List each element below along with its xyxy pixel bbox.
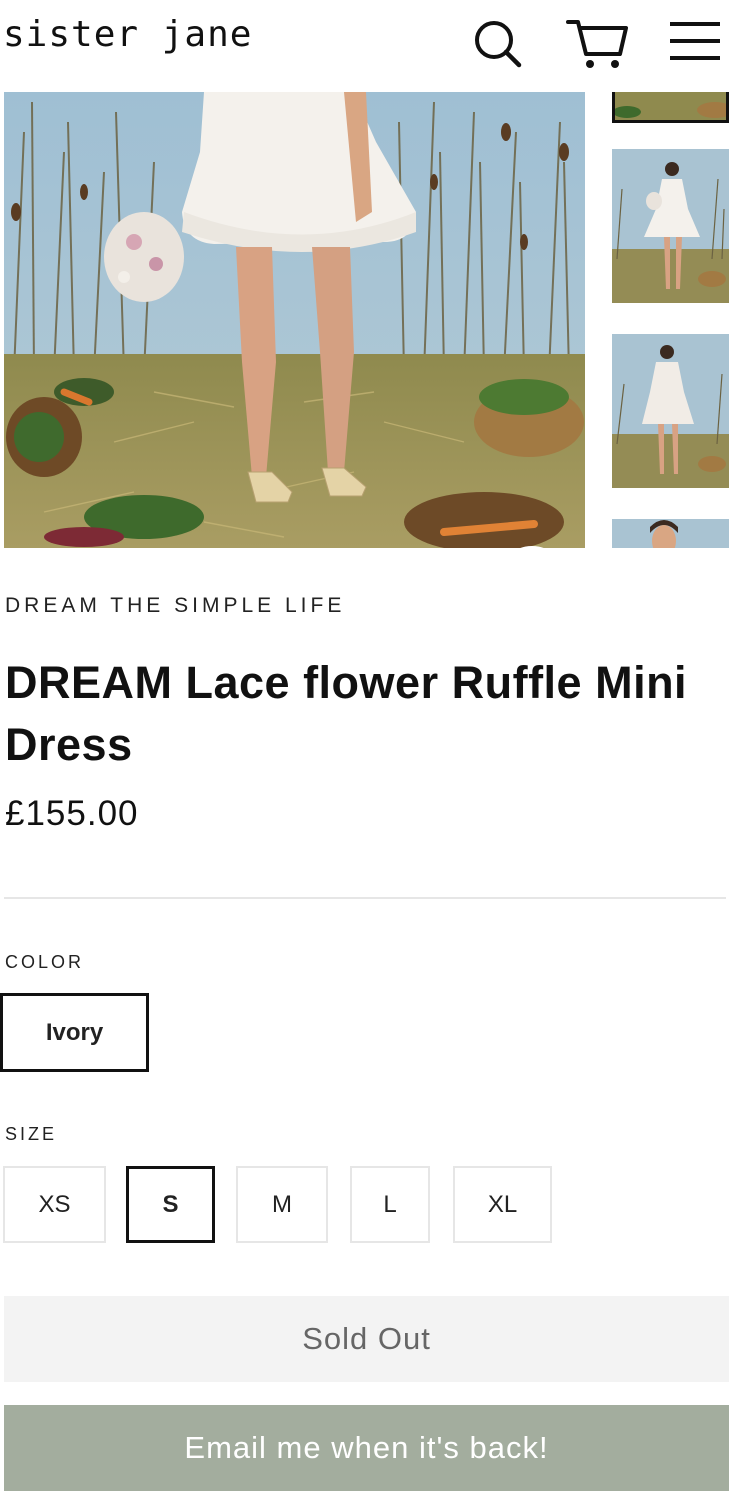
sold-out-button[interactable]: Sold Out [4,1296,729,1382]
search-icon[interactable] [468,14,524,70]
size-option-l[interactable]: L [350,1166,430,1243]
cart-icon[interactable] [566,14,628,70]
product-title: DREAM Lace flower Ruffle Mini Dress [5,652,725,776]
size-label: SIZE [5,1124,58,1144]
site-header: sister jane [0,0,730,92]
color-option-ivory[interactable]: Ivory [0,993,149,1072]
thumbnail-image[interactable] [612,92,729,123]
thumbnail-image[interactable] [612,149,729,303]
product-price: £155.00 [5,794,139,833]
divider [4,897,726,899]
thumbnail-image[interactable] [612,519,729,548]
product-vendor[interactable]: DREAM THE SIMPLE LIFE [5,594,345,618]
product-main-image[interactable] [4,92,585,548]
site-logo[interactable]: sister jane [3,14,252,55]
notify-me-button[interactable]: Email me when it's back! [4,1405,729,1491]
thumbnail-strip [608,92,730,548]
menu-icon[interactable] [666,14,722,70]
size-option-xs[interactable]: XS [3,1166,106,1243]
color-label: COLOR [5,952,85,972]
thumbnail-image[interactable] [612,334,729,488]
size-option-s[interactable]: S [126,1166,215,1243]
size-option-m[interactable]: M [236,1166,328,1243]
product-title-brand: DREAM [5,657,173,708]
size-option-xl[interactable]: XL [453,1166,552,1243]
